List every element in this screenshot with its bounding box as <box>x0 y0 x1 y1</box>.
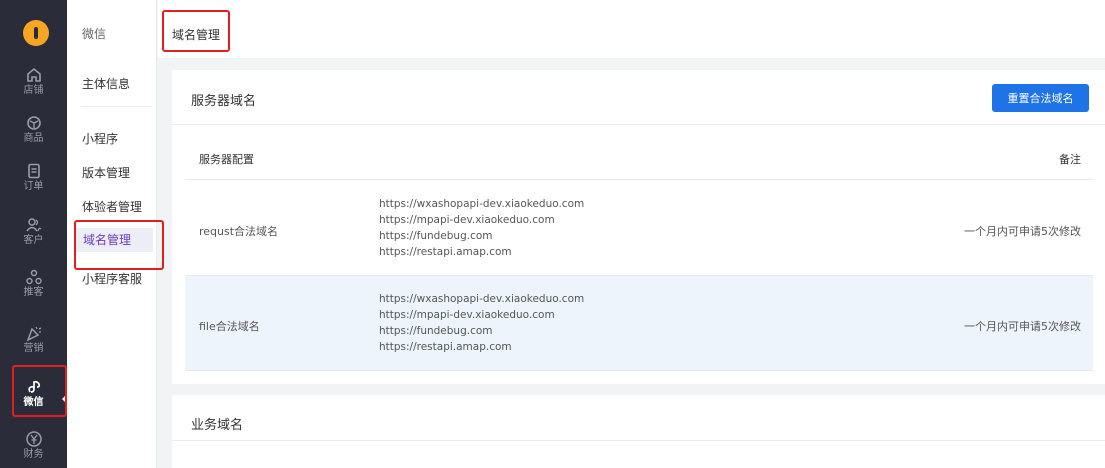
rail-item-promoters[interactable]: 推客 <box>0 266 67 312</box>
column-header-note: 备注 <box>1059 153 1081 166</box>
row-name: requst合法域名 <box>199 225 279 238</box>
home-icon <box>26 67 41 82</box>
document-icon <box>27 163 40 179</box>
server-domain-panel: 服务器域名 重置合法域名 服务器配置 备注 requst合法域名 https:/… <box>172 70 1105 384</box>
panel-title: 服务器域名 <box>191 94 257 109</box>
submenu-item-testers[interactable]: 体验者管理 <box>82 198 142 215</box>
highlight-box <box>12 365 67 417</box>
domain-url: https://wxashopapi-dev.xiaokeduo.com <box>379 198 585 210</box>
reset-domains-button[interactable]: 重置合法域名 <box>992 84 1089 112</box>
row-note: 一个月内可申请5次修改 <box>964 225 1081 238</box>
rail-item-goods[interactable]: 商品 <box>0 112 67 158</box>
domain-url: https://fundebug.com <box>379 325 493 337</box>
submenu-item-version[interactable]: 版本管理 <box>82 164 130 181</box>
secondary-menu: 微信 主体信息 小程序 版本管理 体验者管理 域名管理 小程序客服 <box>67 0 164 468</box>
rail-item-marketing[interactable]: 营销 <box>0 322 67 368</box>
users-icon <box>25 218 41 232</box>
rail-label: 店铺 <box>23 85 44 96</box>
rail-item-shop[interactable]: 店铺 <box>0 64 67 110</box>
highlight-box <box>74 220 164 270</box>
domain-url: https://restapi.amap.com <box>379 246 512 258</box>
cube-icon <box>26 116 41 130</box>
submenu-item-subject-info[interactable]: 主体信息 <box>82 75 130 92</box>
table-header: 服务器配置 备注 <box>185 126 1093 180</box>
business-domain-panel: 业务域名 <box>172 395 1105 468</box>
highlight-box <box>162 10 230 52</box>
rail-item-orders[interactable]: 订单 <box>0 160 67 206</box>
yuan-icon <box>25 431 42 447</box>
row-domains: https://wxashopapi-dev.xiaokeduo.com htt… <box>379 291 584 355</box>
rail-label: 商品 <box>23 133 44 144</box>
main-nav-rail: 店铺 商品 订单 客户 推客 营销 微信 财务 <box>0 0 67 468</box>
domain-url: https://restapi.amap.com <box>379 341 512 353</box>
rail-item-customers[interactable]: 客户 <box>0 214 67 260</box>
domain-url: https://fundebug.com <box>379 230 493 242</box>
divider <box>172 124 1105 125</box>
submenu-divider <box>82 106 152 107</box>
row-note: 一个月内可申请5次修改 <box>964 320 1081 333</box>
row-name: file合法域名 <box>199 320 260 333</box>
rail-label: 推客 <box>23 287 44 298</box>
submenu-item-mini-program[interactable]: 小程序 <box>82 130 118 147</box>
domain-url: https://wxashopapi-dev.xiaokeduo.com <box>379 293 585 305</box>
rail-label: 订单 <box>23 181 44 192</box>
rail-label: 客户 <box>23 235 44 246</box>
domain-url: https://mpapi-dev.xiaokeduo.com <box>379 309 555 321</box>
shop-logo-icon[interactable] <box>23 20 49 46</box>
submenu-item-customer-service[interactable]: 小程序客服 <box>82 270 142 287</box>
breadcrumb-bar: 域名管理 <box>158 0 1105 58</box>
row-domains: https://wxashopapi-dev.xiaokeduo.com htt… <box>379 196 584 260</box>
column-header-config: 服务器配置 <box>199 153 254 166</box>
divider <box>172 440 1105 441</box>
rail-item-finance[interactable]: 财务 <box>0 428 67 468</box>
panel-title: 业务域名 <box>191 418 244 433</box>
rail-label: 财务 <box>23 449 44 460</box>
table-row: requst合法域名 https://wxashopapi-dev.xiaoke… <box>185 181 1093 276</box>
share-icon <box>25 269 42 285</box>
submenu-header: 微信 <box>82 27 107 41</box>
rail-label: 营销 <box>23 343 44 354</box>
table-row: file合法域名 https://wxashopapi-dev.xiaokedu… <box>185 276 1093 371</box>
party-popper-icon <box>26 326 41 342</box>
domain-url: https://mpapi-dev.xiaokeduo.com <box>379 214 555 226</box>
